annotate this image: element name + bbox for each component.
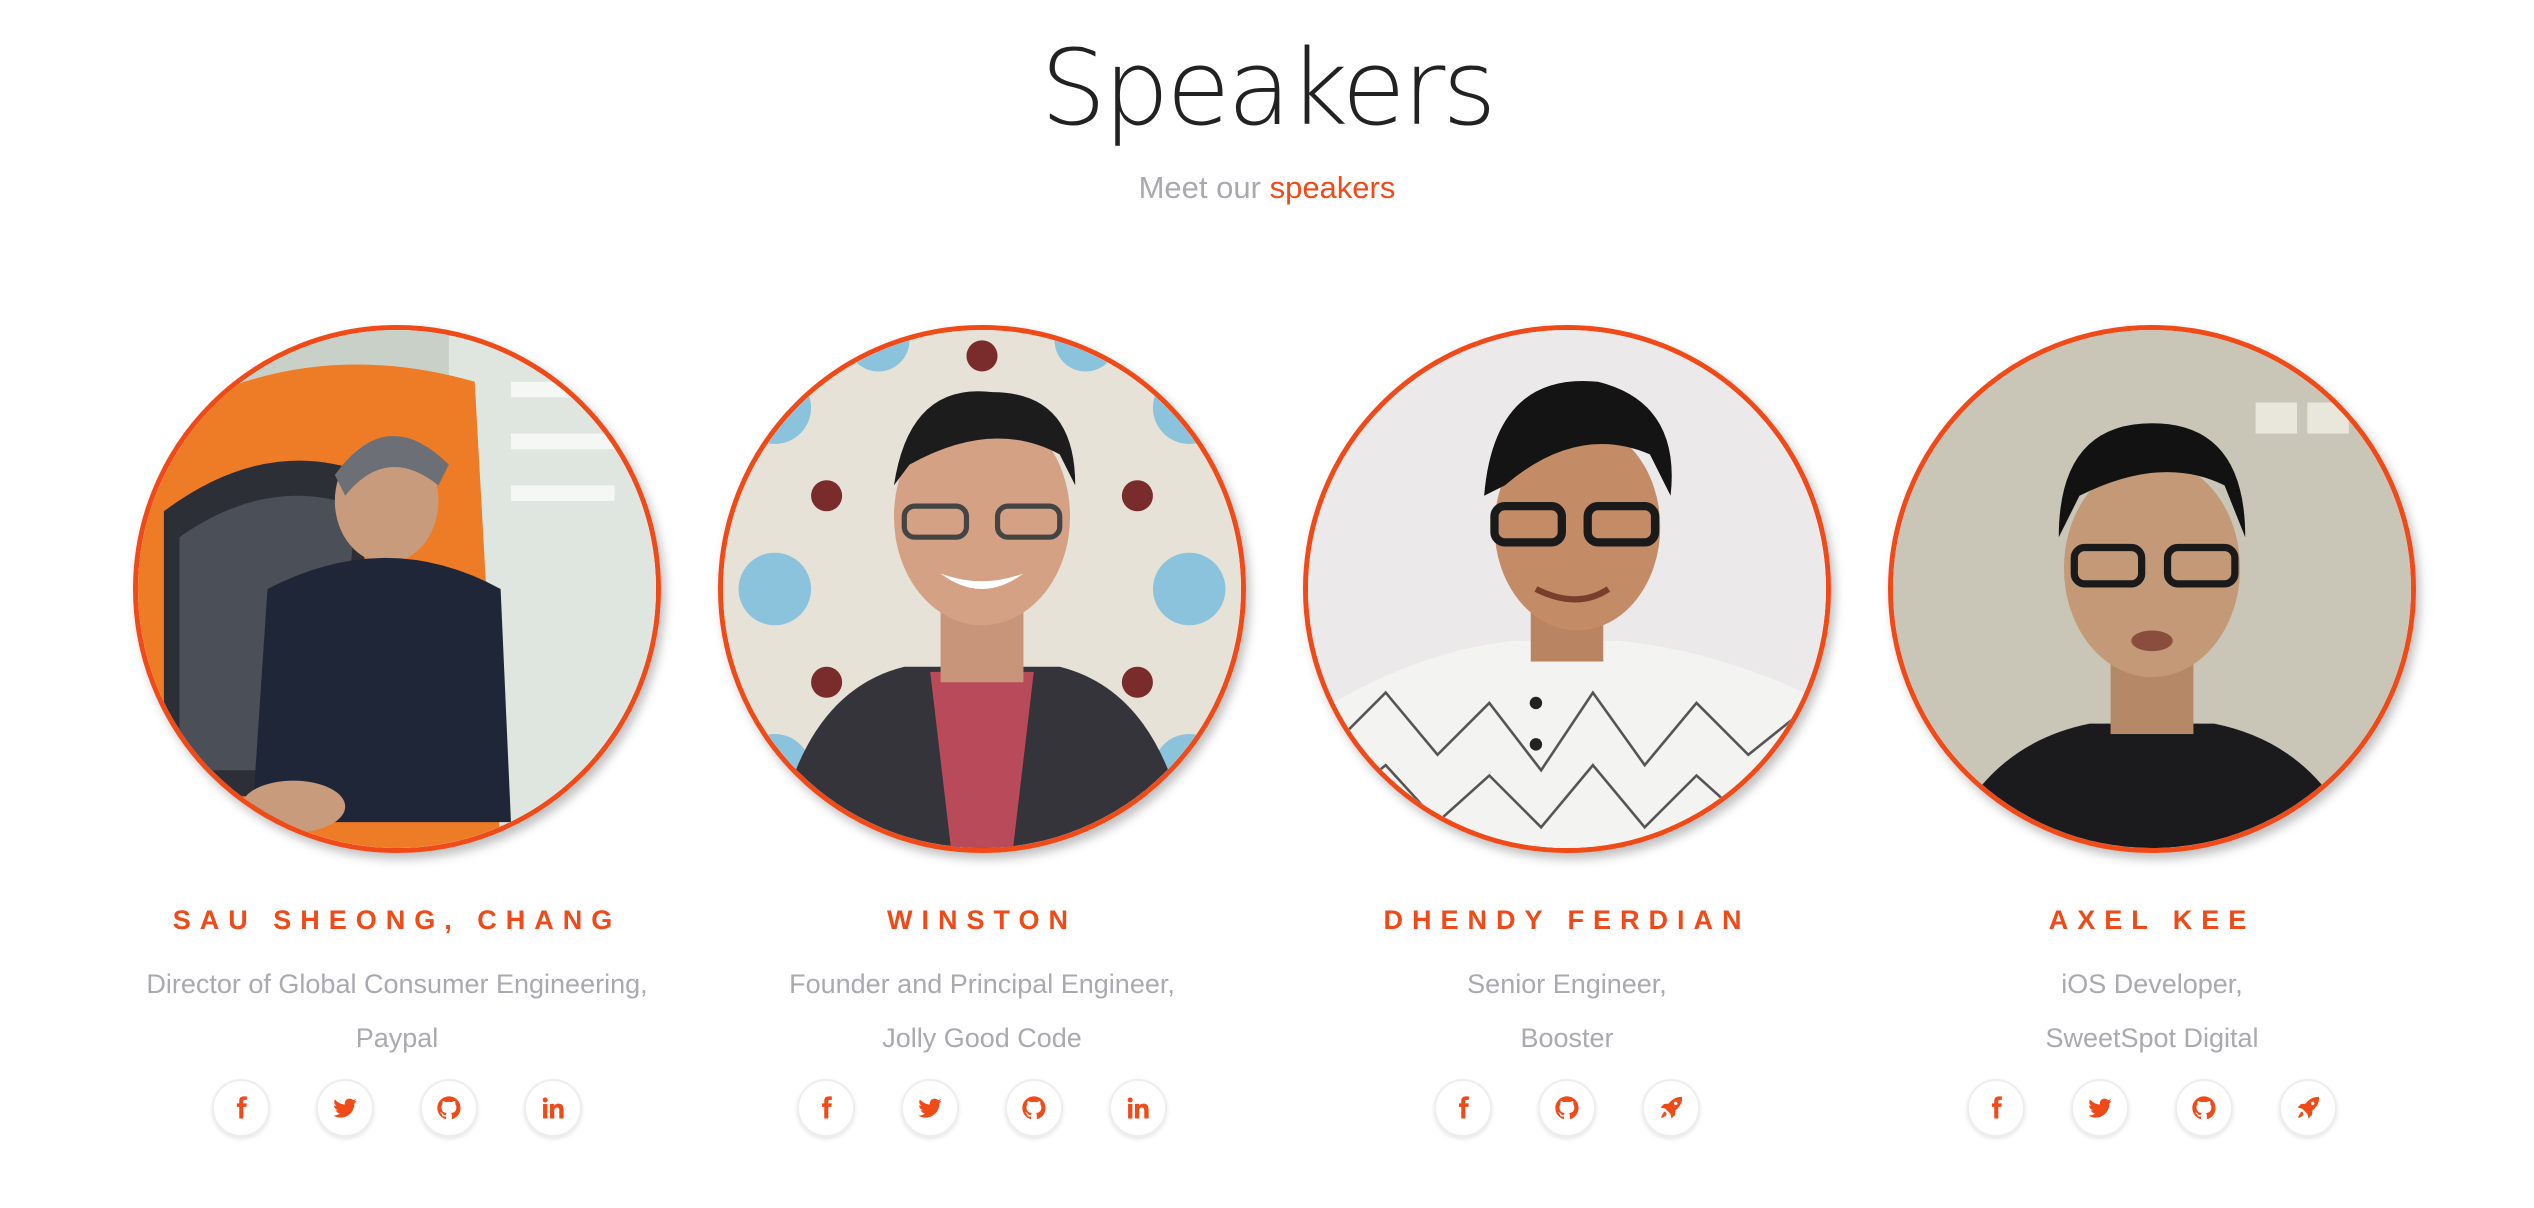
speaker-card: DHENDY FERDIAN Senior Engineer, Booster <box>1287 325 1847 1137</box>
speaker-name: AXEL KEE <box>2048 905 2256 935</box>
speaker-photo-dhendy <box>1303 325 1831 853</box>
rocket-icon <box>2297 1096 2320 1119</box>
speaker-company: Paypal <box>355 1023 439 1053</box>
facebook-link[interactable] <box>797 1079 855 1137</box>
social-links <box>1287 1079 1847 1137</box>
linkedin-link[interactable] <box>1109 1079 1167 1137</box>
speaker-title: Founder and Principal Engineer, <box>789 969 1175 999</box>
speaker-photo-sau-sheong <box>133 325 661 853</box>
subtitle-prefix: Meet our <box>1138 170 1261 205</box>
social-links <box>1872 1079 2432 1137</box>
linkedin-icon <box>1127 1097 1149 1119</box>
speaker-role: iOS Developer, SweetSpot Digital <box>1872 957 2432 1065</box>
speaker-company: Jolly Good Code <box>882 1023 1082 1053</box>
page-subtitle: Meet our speakers <box>0 166 2534 210</box>
speaker-company: Booster <box>1520 1023 1614 1053</box>
speaker-card: SAU SHEONG, CHANG Director of Global Con… <box>117 325 677 1137</box>
twitter-link[interactable] <box>901 1079 959 1137</box>
speaker-title: Director of Global Consumer Engineering, <box>146 969 648 999</box>
speaker-role: Director of Global Consumer Engineering,… <box>117 957 677 1065</box>
website-link[interactable] <box>2279 1079 2337 1137</box>
linkedin-link[interactable] <box>524 1079 582 1137</box>
speaker-title: iOS Developer, <box>2061 969 2243 999</box>
speaker-name: DHENDY FERDIAN <box>1383 905 1751 935</box>
facebook-link[interactable] <box>1434 1079 1492 1137</box>
github-link[interactable] <box>2175 1079 2233 1137</box>
facebook-link[interactable] <box>212 1079 270 1137</box>
twitter-icon <box>333 1098 357 1118</box>
linkedin-icon <box>542 1097 564 1119</box>
github-link[interactable] <box>420 1079 478 1137</box>
github-icon <box>2192 1096 2216 1120</box>
speaker-name: SAU SHEONG, CHANG <box>172 905 622 935</box>
twitter-link[interactable] <box>316 1079 374 1137</box>
speaker-card: WINSTON Founder and Principal Engineer, … <box>702 325 1262 1137</box>
page-title: Speakers <box>1040 27 1496 149</box>
speaker-company: SweetSpot Digital <box>2045 1023 2259 1053</box>
speaker-name: WINSTON <box>887 905 1077 935</box>
twitter-icon <box>2088 1098 2112 1118</box>
rocket-icon <box>1660 1096 1683 1119</box>
github-icon <box>437 1096 461 1120</box>
website-link[interactable] <box>1642 1079 1700 1137</box>
github-icon <box>1022 1096 1046 1120</box>
speaker-role: Senior Engineer, Booster <box>1287 957 1847 1065</box>
social-links <box>702 1079 1262 1137</box>
github-link[interactable] <box>1538 1079 1596 1137</box>
speaker-title: Senior Engineer, <box>1467 969 1667 999</box>
subtitle-accent: speakers <box>1269 170 1396 205</box>
facebook-icon <box>236 1096 247 1119</box>
social-links <box>117 1079 677 1137</box>
facebook-icon <box>821 1096 832 1119</box>
speaker-card: AXEL KEE iOS Developer, SweetSpot Digita… <box>1872 325 2432 1137</box>
github-link[interactable] <box>1005 1079 1063 1137</box>
facebook-link[interactable] <box>1967 1079 2025 1137</box>
github-icon <box>1555 1096 1579 1120</box>
speaker-role: Founder and Principal Engineer, Jolly Go… <box>702 957 1262 1065</box>
speaker-photo-axel <box>1888 325 2416 853</box>
facebook-icon <box>1991 1096 2002 1119</box>
twitter-icon <box>918 1098 942 1118</box>
speaker-photo-winston <box>718 325 1246 853</box>
facebook-icon <box>1458 1096 1469 1119</box>
speakers-section: Speakers Meet our speakers SAU SHEONG, C… <box>0 0 2534 1208</box>
twitter-link[interactable] <box>2071 1079 2129 1137</box>
